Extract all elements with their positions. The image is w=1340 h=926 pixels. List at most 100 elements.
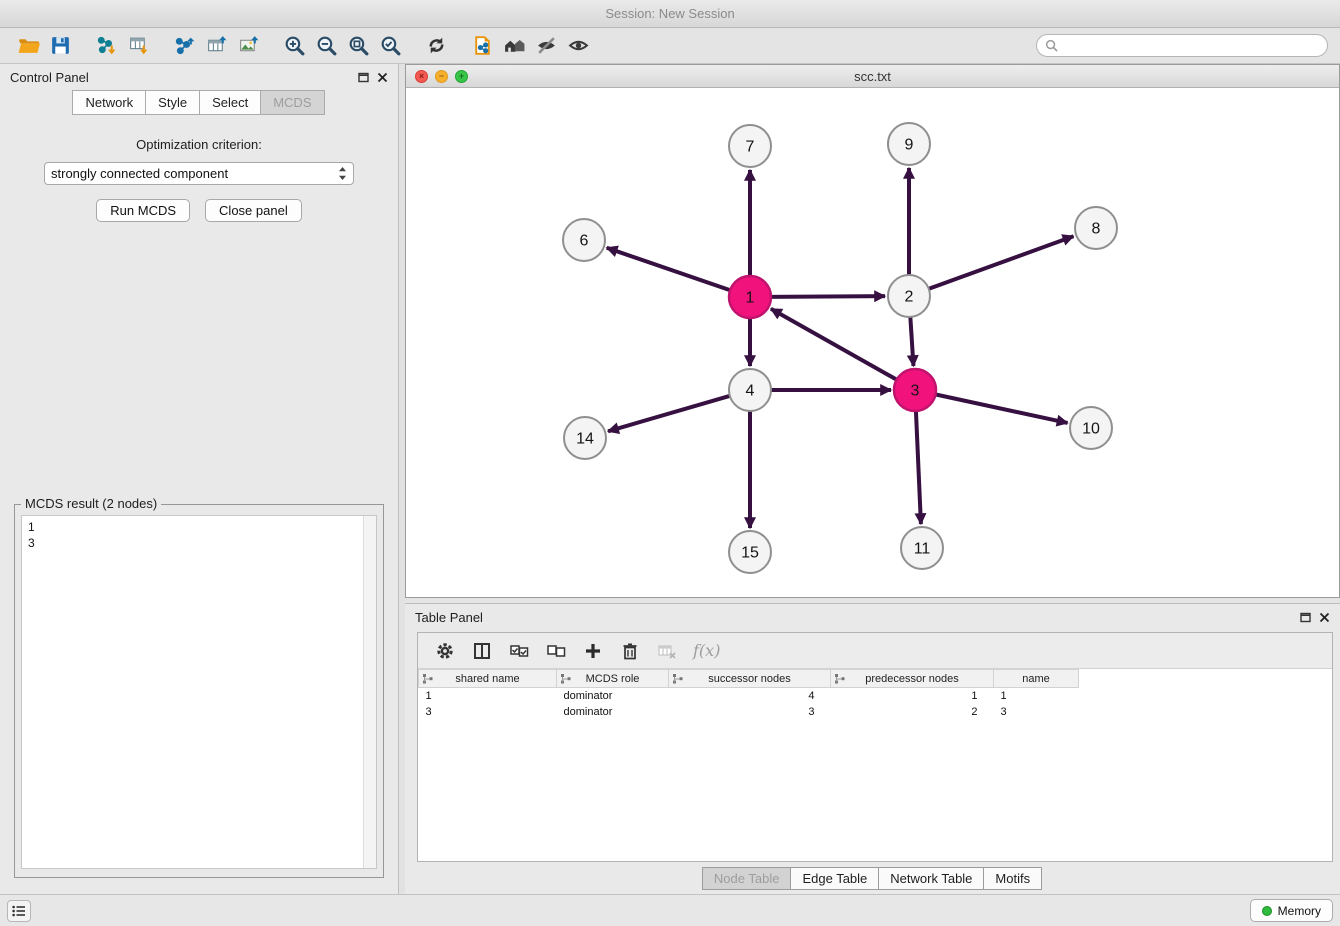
graph-node-7[interactable]: 7 — [729, 125, 771, 167]
zoom-out-button[interactable] — [310, 31, 342, 61]
column-header-predecessor-nodes[interactable]: predecessor nodes — [831, 670, 994, 688]
graph-node-1[interactable]: 1 — [729, 276, 771, 318]
import-network-button[interactable] — [90, 31, 122, 61]
cell-predecessor-nodes[interactable]: 1 — [831, 688, 994, 704]
graph-node-8[interactable]: 8 — [1075, 207, 1117, 249]
hide-details-button[interactable] — [530, 31, 562, 61]
cell-name[interactable]: 1 — [994, 688, 1079, 704]
graph-edge-2-8[interactable] — [927, 236, 1074, 289]
network-canvas[interactable]: 7 9 6 8 1 2 4 3 14 10 15 11 — [406, 88, 1339, 597]
graph-node-10[interactable]: 10 — [1070, 407, 1112, 449]
open-session-button[interactable] — [12, 31, 44, 61]
graph-edge-4-14[interactable] — [608, 395, 732, 431]
cell-predecessor-nodes[interactable]: 2 — [831, 704, 994, 720]
result-scrollbar[interactable] — [363, 516, 376, 868]
import-file-button[interactable] — [466, 31, 498, 61]
right-pane: × − + scc.txt 7968124314101511 — [405, 64, 1340, 894]
graph-node-2[interactable]: 2 — [888, 275, 930, 317]
tab-network[interactable]: Network — [72, 90, 146, 115]
column-header-mcds-role[interactable]: MCDS role — [557, 670, 669, 688]
zoom-fit-icon — [347, 34, 370, 57]
create-column-button[interactable] — [578, 637, 608, 665]
select-all-button[interactable] — [504, 637, 534, 665]
zoom-selected-button[interactable] — [374, 31, 406, 61]
columns-icon — [472, 641, 492, 661]
table-panel-title: Table Panel — [415, 610, 483, 625]
column-header-name[interactable]: name — [994, 670, 1079, 688]
tab-style[interactable]: Style — [145, 90, 200, 115]
tab-mcds[interactable]: MCDS — [260, 90, 324, 115]
graph-node-6[interactable]: 6 — [563, 219, 605, 261]
graph-edge-3-11[interactable] — [916, 409, 921, 524]
refresh-icon — [425, 34, 448, 57]
table-settings-button[interactable] — [430, 637, 460, 665]
refresh-button[interactable] — [420, 31, 452, 61]
float-panel-icon[interactable] — [358, 72, 369, 83]
home-button[interactable] — [498, 31, 530, 61]
graph-edge-3-10[interactable] — [934, 394, 1068, 423]
svg-text:10: 10 — [1082, 421, 1100, 438]
graph-edge-1-2[interactable] — [769, 296, 885, 297]
search-input[interactable] — [1063, 39, 1319, 53]
graph-node-3[interactable]: 3 — [894, 369, 936, 411]
cell-mcds-role[interactable]: dominator — [557, 704, 669, 720]
open-folder-icon — [17, 34, 40, 57]
export-table-button[interactable] — [200, 31, 232, 61]
tab-select[interactable]: Select — [199, 90, 261, 115]
close-table-panel-icon[interactable] — [1319, 612, 1330, 623]
import-file-icon — [471, 34, 494, 57]
zoom-in-button[interactable] — [278, 31, 310, 61]
cell-mcds-role[interactable]: dominator — [557, 688, 669, 704]
graph-node-9[interactable]: 9 — [888, 123, 930, 165]
run-mcds-button[interactable]: Run MCDS — [96, 199, 190, 222]
cell-successor-nodes[interactable]: 4 — [669, 688, 831, 704]
task-history-button[interactable] — [7, 900, 31, 922]
float-table-panel-icon[interactable] — [1300, 612, 1311, 623]
criterion-dropdown[interactable]: strongly connected component — [44, 162, 354, 185]
column-header-shared-name[interactable]: shared name — [419, 670, 557, 688]
import-table-button[interactable] — [122, 31, 154, 61]
window-close-icon[interactable]: × — [415, 70, 428, 83]
export-network-button[interactable] — [168, 31, 200, 61]
cell-name[interactable]: 3 — [994, 704, 1079, 720]
close-panel-button[interactable]: Close panel — [205, 199, 302, 222]
show-columns-button[interactable] — [467, 637, 497, 665]
window-minimize-icon[interactable]: − — [435, 70, 448, 83]
tab-network-table[interactable]: Network Table — [878, 867, 984, 890]
graph-edge-3-1[interactable] — [771, 309, 899, 381]
graph-node-15[interactable]: 15 — [729, 531, 771, 573]
tab-motifs[interactable]: Motifs — [983, 867, 1042, 890]
search-icon — [1045, 39, 1058, 52]
tab-edge-table[interactable]: Edge Table — [790, 867, 879, 890]
chevron-up-down-icon — [338, 166, 347, 181]
export-image-button[interactable] — [232, 31, 264, 61]
hierarchy-icon — [673, 674, 683, 684]
graph-node-11[interactable]: 11 — [901, 527, 943, 569]
delete-column-button[interactable] — [615, 637, 645, 665]
cell-shared-name[interactable]: 1 — [419, 688, 557, 704]
zoom-fit-button[interactable] — [342, 31, 374, 61]
graph-node-14[interactable]: 14 — [564, 417, 606, 459]
graph-edge-2-3[interactable] — [910, 315, 913, 366]
cell-successor-nodes[interactable]: 3 — [669, 704, 831, 720]
workspace: Control Panel Network Style Select MCDS … — [0, 64, 1340, 894]
svg-text:2: 2 — [905, 289, 914, 306]
show-details-button[interactable] — [562, 31, 594, 61]
graph-node-4[interactable]: 4 — [729, 369, 771, 411]
window-maximize-icon[interactable]: + — [455, 70, 468, 83]
graph-edge-1-6[interactable] — [607, 248, 732, 291]
table-row[interactable]: 3 dominator 3 2 3 — [419, 704, 1079, 720]
status-bar: Memory — [0, 894, 1340, 926]
table-row[interactable]: 1 dominator 4 1 1 — [419, 688, 1079, 704]
function-builder-label[interactable]: f(x) — [689, 641, 720, 660]
column-header-successor-nodes[interactable]: successor nodes — [669, 670, 831, 688]
cell-shared-name[interactable]: 3 — [419, 704, 557, 720]
memory-status-icon — [1262, 906, 1272, 916]
deselect-all-button[interactable] — [541, 637, 571, 665]
hierarchy-icon — [423, 674, 433, 684]
memory-button[interactable]: Memory — [1250, 899, 1333, 922]
close-panel-icon[interactable] — [377, 72, 388, 83]
network-graph[interactable]: 7 9 6 8 1 2 4 3 14 10 15 11 — [406, 88, 1336, 594]
save-session-button[interactable] — [44, 31, 76, 61]
tab-node-table[interactable]: Node Table — [702, 867, 792, 890]
